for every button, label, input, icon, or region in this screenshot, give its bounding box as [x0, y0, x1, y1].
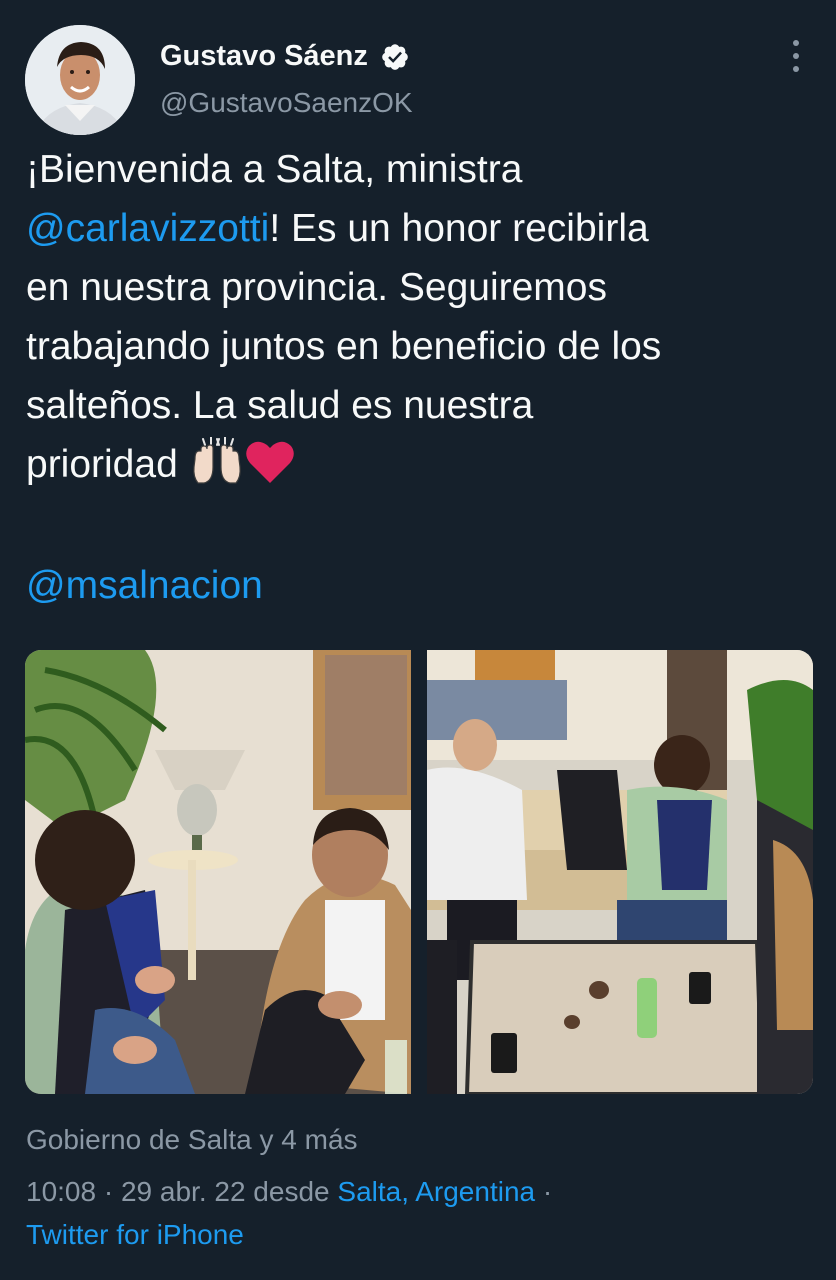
- tweet-date[interactable]: 29 abr. 22: [121, 1176, 246, 1207]
- tweet-text-line: @carlavizzotti! Es un honor recibirla: [26, 199, 816, 258]
- tweet-text-line: trabajando juntos en beneficio de los: [26, 325, 662, 368]
- separator: ·: [535, 1176, 553, 1207]
- author-name-text: Gustavo Sáenz: [160, 40, 368, 72]
- media-grid: [25, 650, 813, 1094]
- tweet-text-line: salteños. La salud es nuestra: [26, 384, 534, 427]
- tweet-metadata: 10:08 · 29 abr. 22 desde Salta, Argentin…: [26, 1176, 552, 1208]
- tweet-time[interactable]: 10:08: [26, 1176, 96, 1207]
- client-link[interactable]: Twitter for iPhone: [26, 1219, 244, 1251]
- tweet-text-fragment: ! Es un honor recibirla: [269, 207, 649, 250]
- author-avatar[interactable]: [25, 25, 135, 135]
- mention-link[interactable]: @msalnacion: [26, 556, 263, 615]
- separator: ·: [96, 1176, 121, 1207]
- tweet-text: ¡Bienvenida a Salta, ministra @carlavizz…: [26, 140, 816, 502]
- from-label: desde: [245, 1176, 338, 1207]
- author-handle[interactable]: @GustavoSaenzOK: [160, 87, 413, 119]
- avatar-image: [25, 25, 135, 135]
- tagged-users[interactable]: Gobierno de Salta y 4 más: [26, 1124, 358, 1156]
- verified-badge-icon: [380, 42, 410, 72]
- author-name[interactable]: Gustavo Sáenz: [160, 40, 410, 73]
- tweet-text-fragment: prioridad: [26, 443, 189, 486]
- tweet-photo-1[interactable]: [25, 650, 411, 1094]
- tweet-text-line: ¡Bienvenida a Salta, ministra: [26, 148, 523, 191]
- location-link[interactable]: Salta, Argentina: [337, 1176, 535, 1207]
- tweet-photo-2[interactable]: [427, 650, 813, 1094]
- mention-link[interactable]: @carlavizzotti: [26, 207, 269, 250]
- tweet-text-line: prioridad: [26, 435, 816, 502]
- raising-hands-emoji: [189, 436, 245, 502]
- photo-group-image: [427, 650, 813, 1094]
- red-heart-emoji: [245, 439, 295, 502]
- tweet-text-line: en nuestra provincia. Seguiremos: [26, 266, 607, 309]
- photo-meeting-image: [25, 650, 411, 1094]
- more-options-icon[interactable]: [785, 40, 807, 72]
